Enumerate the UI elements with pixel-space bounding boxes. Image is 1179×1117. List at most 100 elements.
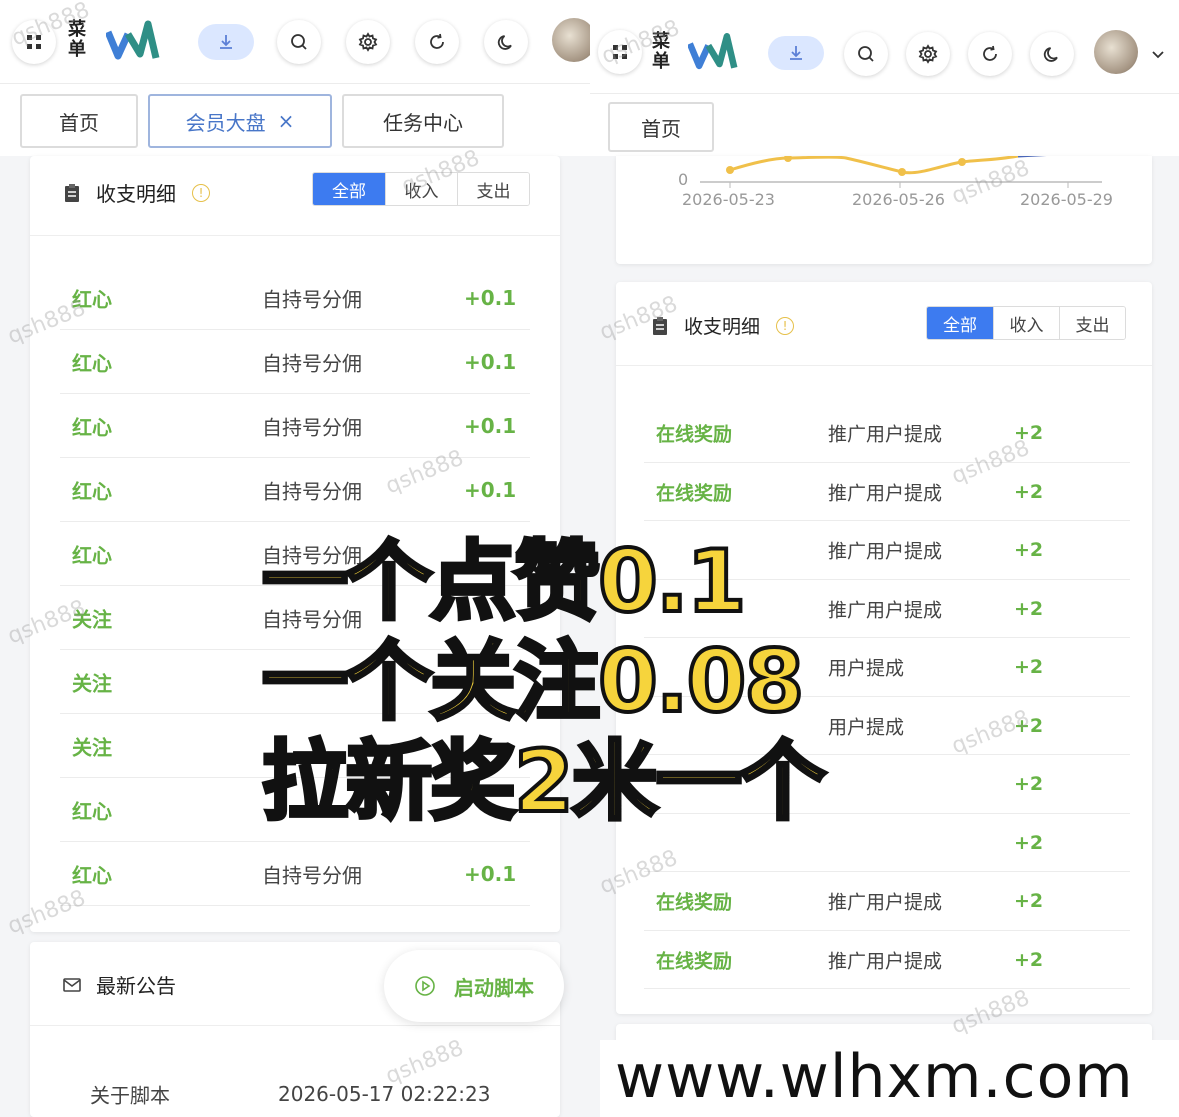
tabs-bar: 首页 — [590, 94, 1179, 156]
row-type: 在线奖励 — [656, 423, 733, 446]
search-icon[interactable] — [277, 20, 321, 64]
filter-expense[interactable]: 支出 — [457, 173, 529, 205]
row-type: 红心 — [72, 351, 112, 376]
series-line — [729, 156, 1019, 175]
row-type: 红心 — [72, 799, 112, 824]
tab-home[interactable]: 首页 — [20, 94, 138, 148]
row-desc: 自持号分佣 — [262, 287, 362, 312]
row-type: 红心 — [72, 543, 112, 568]
menu-label[interactable]: 菜单 — [650, 32, 672, 72]
search-icon[interactable] — [844, 32, 888, 76]
top-bar: 菜单 — [0, 0, 590, 84]
row-amount: +2 — [1014, 890, 1044, 913]
row-amount: +2 — [1014, 597, 1044, 620]
promo-line-1: 一个点赞0.1 — [260, 532, 748, 632]
row-amount: +2 — [1014, 831, 1044, 854]
gear-icon[interactable] — [346, 20, 390, 64]
data-point — [726, 166, 734, 174]
chevron-down-icon[interactable] — [1150, 46, 1166, 62]
row-type: 红心 — [72, 415, 112, 440]
notice-item-time: 2026-05-17 02:22:23 — [278, 1082, 491, 1106]
moon-icon[interactable] — [484, 20, 528, 64]
refresh-icon[interactable] — [415, 20, 459, 64]
grid-icon[interactable] — [598, 30, 642, 74]
row-amount: +2 — [1014, 422, 1044, 445]
row-desc: 用户提成 — [828, 657, 905, 680]
row-type: 红心 — [72, 479, 112, 504]
clipboard-icon — [65, 183, 79, 202]
row-type: 在线奖励 — [656, 950, 733, 973]
refresh-icon[interactable] — [968, 32, 1012, 76]
filter-all[interactable]: 全部 — [313, 173, 385, 205]
trend-chart — [700, 156, 1102, 188]
data-point — [898, 168, 906, 176]
x-tick-label: 2026-05-29 — [1020, 190, 1113, 209]
mail-icon — [63, 977, 81, 992]
moon-icon[interactable] — [1030, 32, 1074, 76]
info-icon[interactable]: ! — [192, 183, 210, 202]
filter-income[interactable]: 收入 — [993, 307, 1059, 339]
menu-label[interactable]: 菜单 — [66, 20, 88, 60]
tab-label: 会员大盘 — [185, 110, 266, 135]
notice-title: 最新公告 — [62, 970, 176, 999]
row-amount: +0.1 — [464, 478, 517, 502]
download-icon[interactable] — [768, 36, 824, 70]
row-desc: 用户提成 — [828, 716, 905, 739]
start-script-label: 启动脚本 — [454, 975, 534, 1000]
ledger-row: 红心 自持号分佣 +0.1 — [30, 266, 560, 330]
ledger-row: 红心 自持号分佣 +0.1 — [30, 842, 560, 906]
row-type: 关注 — [72, 607, 112, 632]
row-desc: 自持号分佣 — [262, 351, 362, 376]
notice-item-title[interactable]: 关于脚本 — [90, 1080, 170, 1109]
tab-member-dashboard[interactable]: 会员大盘 × — [148, 94, 332, 148]
row-desc: 推广用户提成 — [828, 599, 943, 622]
avatar[interactable] — [1094, 30, 1138, 74]
ledger-title: 收支明细 ! — [62, 178, 210, 207]
tabs-bar: 首页 会员大盘 × 任务中心 — [0, 84, 590, 156]
tab-home[interactable]: 首页 — [608, 102, 714, 152]
filter-all[interactable]: 全部 — [927, 307, 993, 339]
data-point — [958, 158, 966, 166]
site-url: www.wlhxm.com — [615, 1042, 1134, 1112]
info-icon[interactable]: ! — [776, 316, 795, 335]
row-divider — [644, 988, 1130, 989]
row-amount: +0.1 — [464, 862, 517, 886]
trend-chart-card: 0 2026-05-23 2026-05-26 2026-05-29 — [616, 156, 1152, 264]
row-desc: 推广用户提成 — [828, 950, 943, 973]
start-script-button[interactable]: 启动脚本 — [384, 950, 564, 1022]
ledger-title-text: 收支明细 — [684, 316, 761, 338]
row-type: 在线奖励 — [656, 891, 733, 914]
row-amount: +2 — [1014, 714, 1044, 737]
gear-icon[interactable] — [906, 32, 950, 76]
top-bar: 菜单 — [590, 10, 1179, 94]
ledger-row: 红心 自持号分佣 +0.1 — [30, 330, 560, 394]
row-amount: +0.1 — [464, 286, 517, 310]
tab-label: 任务中心 — [383, 110, 463, 135]
tab-label: 首页 — [641, 116, 681, 141]
avatar[interactable] — [552, 18, 590, 62]
download-icon[interactable] — [198, 24, 254, 60]
row-amount: +2 — [1014, 480, 1044, 503]
ledger-title: 收支明细 ! — [650, 312, 795, 339]
grid-icon[interactable] — [12, 20, 56, 64]
promo-line-2: 一个关注0.08 — [260, 632, 806, 732]
ledger-filter: 全部 收入 支出 — [312, 172, 530, 206]
filter-income[interactable]: 收入 — [385, 173, 457, 205]
tab-task-center[interactable]: 任务中心 — [342, 94, 504, 148]
ledger-row: 在线奖励 推广用户提成 +2 — [616, 931, 1152, 989]
row-type: 红心 — [72, 287, 112, 312]
brand-logo — [688, 33, 738, 70]
row-type: 在线奖励 — [656, 482, 733, 505]
row-amount: +2 — [1014, 948, 1044, 971]
ledger-header: 收支明细 ! 全部 收入 支出 — [30, 156, 560, 236]
row-type: 红心 — [72, 863, 112, 888]
row-divider — [60, 905, 530, 906]
row-type: 关注 — [72, 671, 112, 696]
close-icon[interactable]: × — [278, 109, 295, 133]
ledger-row: 在线奖励 推广用户提成 +2 — [616, 872, 1152, 931]
ledger-filter: 全部 收入 支出 — [926, 306, 1126, 340]
ledger-row: 在线奖励 推广用户提成 +2 — [616, 404, 1152, 463]
filter-expense[interactable]: 支出 — [1059, 307, 1125, 339]
row-desc: 自持号分佣 — [262, 479, 362, 504]
ledger-header: 收支明细 ! 全部 收入 支出 — [616, 282, 1152, 366]
